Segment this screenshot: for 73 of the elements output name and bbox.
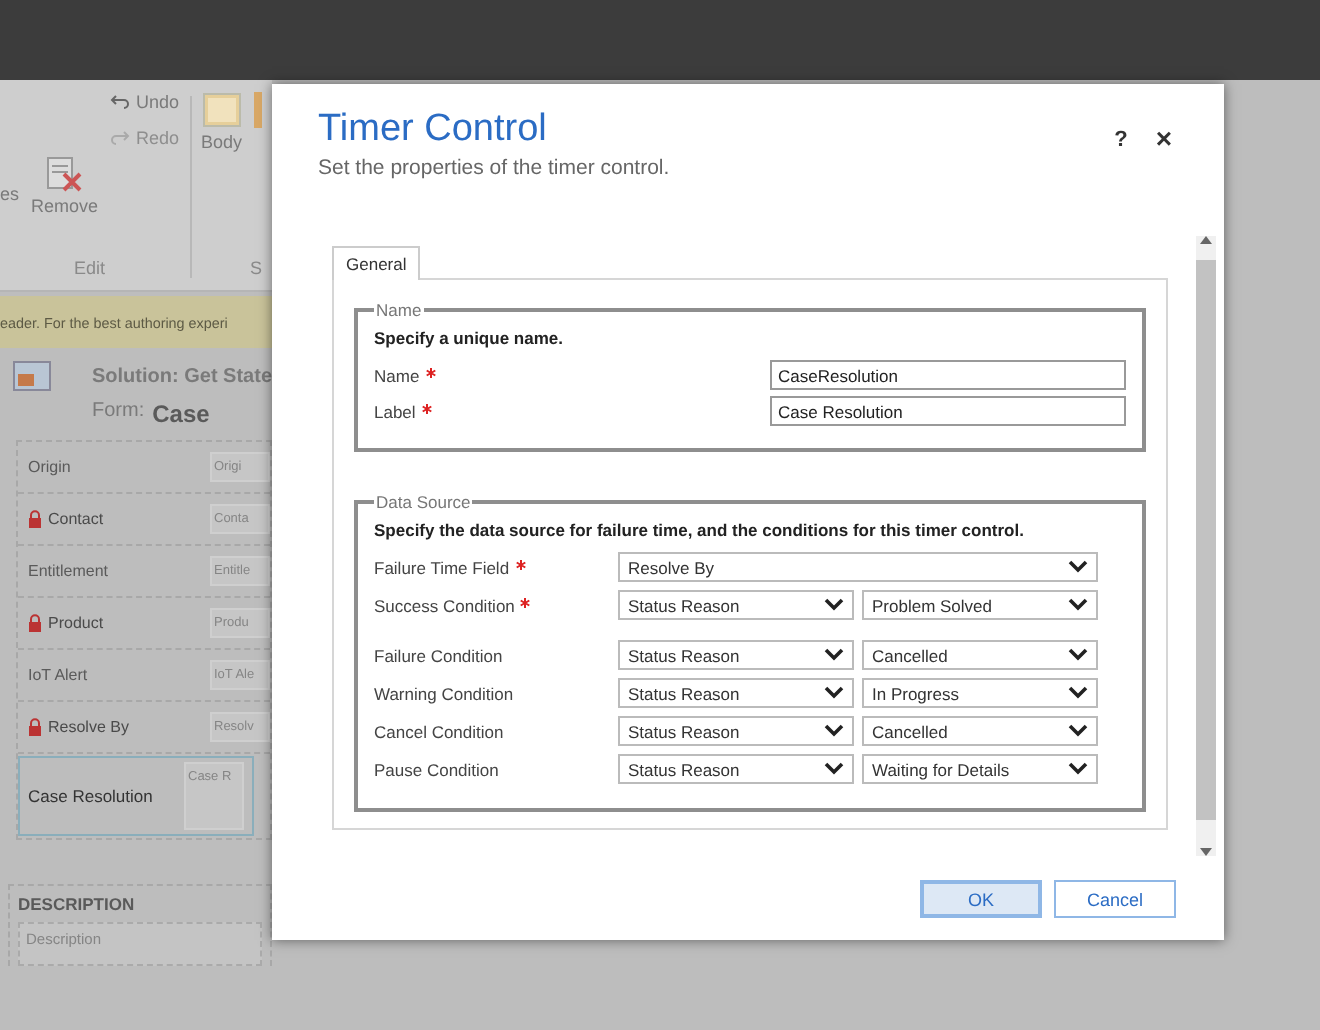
group-label: Edit bbox=[74, 258, 106, 278]
form-name: Case bbox=[152, 400, 210, 428]
layout-icon bbox=[254, 92, 263, 128]
dropdown[interactable]: Status Reason bbox=[618, 678, 854, 708]
dropdown[interactable]: In Progress bbox=[862, 678, 1098, 708]
chevron-icon bbox=[1068, 762, 1088, 776]
field-label: Contact bbox=[48, 510, 104, 528]
close-button[interactable]: × bbox=[1155, 128, 1172, 150]
chevron-icon bbox=[1068, 598, 1088, 612]
form-icon bbox=[12, 358, 52, 394]
form-label: Form: bbox=[92, 400, 145, 426]
required-icon bbox=[520, 597, 531, 607]
scroll-down-icon[interactable] bbox=[1200, 848, 1212, 856]
field-label: Origin bbox=[28, 458, 71, 476]
dropdown[interactable]: Cancelled bbox=[862, 716, 1098, 746]
field-label: Label bbox=[374, 401, 416, 421]
chevron-icon bbox=[1068, 724, 1088, 738]
field-label: Product bbox=[48, 614, 104, 632]
chevron-icon bbox=[824, 648, 844, 662]
chevron-icon bbox=[1068, 648, 1088, 662]
section-legend: Data Source bbox=[374, 492, 473, 512]
chevron-icon bbox=[1068, 560, 1088, 574]
lock-icon bbox=[28, 614, 42, 632]
dropdown[interactable]: Cancelled bbox=[862, 640, 1098, 670]
chevron-icon bbox=[824, 724, 844, 738]
dropdown[interactable]: Problem Solved bbox=[862, 590, 1098, 620]
dropdown[interactable]: Resolve By bbox=[618, 552, 1098, 582]
lock-icon bbox=[28, 510, 42, 528]
dropdown[interactable]: Status Reason bbox=[618, 754, 854, 784]
help-button[interactable]: ? bbox=[1114, 128, 1128, 152]
chevron-icon bbox=[1068, 686, 1088, 700]
redo-icon bbox=[110, 130, 131, 146]
text-field[interactable]: CaseResolution bbox=[770, 360, 1126, 390]
chevron-icon bbox=[824, 598, 844, 612]
required-icon bbox=[425, 367, 436, 377]
section-heading: DESCRIPTION bbox=[18, 894, 137, 914]
required-icon bbox=[421, 403, 432, 413]
field-label: Success Condition bbox=[374, 595, 515, 615]
dropdown[interactable]: Waiting for Details bbox=[862, 754, 1098, 784]
layout-icon bbox=[201, 92, 242, 128]
scroll-up-icon[interactable] bbox=[1200, 236, 1212, 244]
dialog-title: Timer Control bbox=[318, 108, 549, 152]
dropdown[interactable]: Status Reason bbox=[618, 716, 854, 746]
text-field[interactable]: Case Resolution bbox=[770, 396, 1126, 426]
dropdown[interactable]: Status Reason bbox=[618, 590, 854, 620]
chevron-icon bbox=[824, 762, 844, 776]
required-icon bbox=[515, 559, 526, 569]
field-label: Resolve By bbox=[48, 718, 129, 736]
field-label: Cancel Condition bbox=[374, 721, 504, 741]
field-label: Entitlement bbox=[28, 562, 109, 580]
field-label: Case Resolution bbox=[28, 786, 153, 806]
field-label: IoT Alert bbox=[28, 666, 88, 684]
group-label: S bbox=[250, 258, 263, 278]
dialog-subtitle: Set the properties of the timer control. bbox=[318, 156, 670, 180]
field-label: Failure Condition bbox=[374, 645, 503, 665]
document-x-icon bbox=[44, 156, 85, 192]
field-label: Name bbox=[374, 365, 420, 385]
scrollbar[interactable] bbox=[1196, 236, 1216, 856]
field-label: Failure Time Field bbox=[374, 557, 510, 577]
chevron-icon bbox=[824, 686, 844, 700]
dialog-button[interactable]: Cancel bbox=[1054, 880, 1176, 918]
section-legend: Name bbox=[374, 300, 424, 320]
dropdown[interactable]: Status Reason bbox=[618, 640, 854, 670]
dialog-button[interactable]: OK bbox=[920, 880, 1042, 918]
solution-title: Solution: Get State bbox=[92, 365, 272, 387]
instruction-text: Specify a unique name. bbox=[374, 328, 565, 348]
field-label: Warning Condition bbox=[374, 683, 514, 703]
undo-icon bbox=[110, 94, 131, 110]
tab[interactable]: General bbox=[332, 246, 421, 280]
instruction-text: Specify the data source for failure time, and the conditions for this timer control. bbox=[374, 520, 1026, 540]
ribbon-label: es bbox=[0, 182, 20, 204]
lock-icon bbox=[28, 718, 42, 736]
field-label: Pause Condition bbox=[374, 759, 499, 779]
